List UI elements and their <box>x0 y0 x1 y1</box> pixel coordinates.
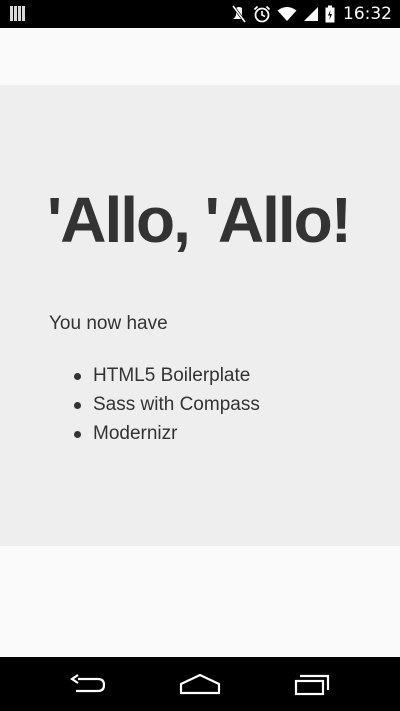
wifi-icon <box>277 0 297 28</box>
list-item-label: Sass with Compass <box>93 394 260 415</box>
status-icons: 16:32 <box>231 0 392 28</box>
alarm-icon <box>253 0 271 28</box>
page-title: 'Allo, 'Allo! <box>47 184 352 256</box>
clock: 16:32 <box>343 4 392 24</box>
lead-text: You now have <box>49 313 168 334</box>
recent-apps-button[interactable] <box>272 657 352 711</box>
recent-apps-icon <box>294 674 330 696</box>
notification-icon[interactable] <box>10 6 26 21</box>
screen: 16:32 'Allo, 'Allo! You now have HTML5 B… <box>0 0 400 711</box>
bullet-icon <box>74 373 81 380</box>
bullet-icon <box>74 402 81 409</box>
battery-icon <box>325 0 335 28</box>
list-item-label: Modernizr <box>93 423 178 444</box>
bullet-icon <box>74 431 81 438</box>
home-icon <box>179 673 221 695</box>
back-icon <box>70 674 106 693</box>
signal-icon <box>303 0 319 28</box>
back-button[interactable] <box>48 657 128 711</box>
home-button[interactable] <box>160 657 240 711</box>
page-footer-space <box>0 546 400 657</box>
mute-icon <box>231 0 247 28</box>
status-bar: 16:32 <box>0 0 400 28</box>
page-header-space <box>0 28 400 85</box>
list-item-label: HTML5 Boilerplate <box>93 365 251 386</box>
navigation-bar <box>0 657 400 711</box>
